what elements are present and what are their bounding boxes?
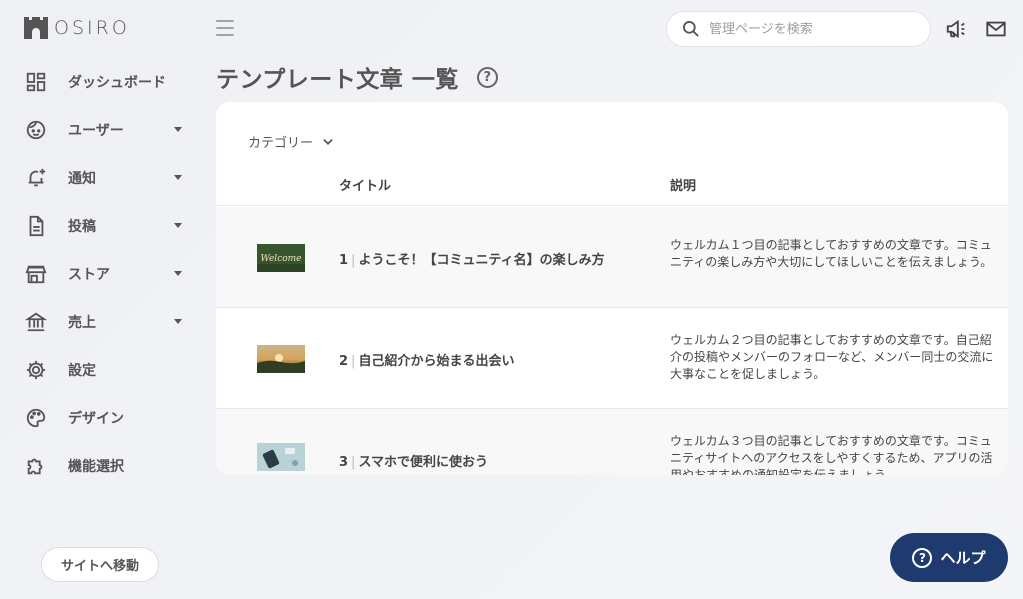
sidebar-item-dashboard[interactable]: ダッシュボード — [0, 58, 200, 106]
row-number: 1 — [339, 253, 349, 268]
search-bar — [666, 11, 931, 47]
thumbnail-image — [257, 443, 305, 471]
thumbnail-image — [257, 345, 305, 373]
sidebar-item-store[interactable]: ストア — [0, 250, 200, 298]
go-to-site-button[interactable]: サイトへ移動 — [41, 547, 159, 582]
question-icon: ? — [912, 547, 933, 568]
palette-icon — [24, 406, 48, 430]
template-list-card: カテゴリー タイトル 説明 Welcome 1 | ようこそ！【コミュニティ名】の楽… — [216, 102, 1008, 475]
caret-down-icon[interactable] — [174, 175, 182, 180]
search-input[interactable] — [709, 21, 909, 37]
caret-down-icon[interactable] — [174, 271, 182, 276]
table-row[interactable]: Welcome 1 | ようこそ！【コミュニティ名】の楽しみ方 ウェルカム１つ目の記… — [216, 207, 1008, 308]
table-row[interactable]: 3 | スマホで便利に使おう ウェルカム３つ目の記事としておすすめの文章です。コミュ… — [216, 409, 1008, 475]
gear-icon — [24, 358, 48, 382]
page-header: テンプレート文章 一覧 ? — [216, 60, 498, 94]
sidebar-item-label: ストア — [68, 267, 110, 283]
megaphone-icon[interactable] — [944, 17, 968, 41]
caret-down-icon[interactable] — [174, 223, 182, 228]
sidebar: ダッシュボード ユーザー 通知 投稿 ストア 売上 設定 デザイン 機能選択 — [0, 58, 200, 490]
row-title-text: スマホで便利に使おう — [358, 455, 489, 470]
brand-name: OSIRO — [54, 17, 130, 39]
caret-down-icon[interactable] — [174, 127, 182, 132]
row-title-text: 自己紹介から始まる出会い — [358, 354, 515, 369]
sidebar-item-design[interactable]: デザイン — [0, 394, 200, 442]
category-filter-label: カテゴリー — [248, 136, 314, 151]
row-title: 2 | 自己紹介から始まる出会い — [339, 354, 515, 369]
row-description: ウェルカム１つ目の記事としておすすめの文章です。コミュニティの楽しみ方や大切にし… — [670, 238, 993, 269]
caret-down-icon[interactable] — [174, 319, 182, 324]
row-description: ウェルカム３つ目の記事としておすすめの文章です。コミュニティサイトへのアクセスを… — [670, 434, 993, 475]
help-button-label: ヘルプ — [940, 549, 986, 567]
row-number: 2 — [339, 354, 349, 369]
row-number: 3 — [339, 455, 349, 470]
category-filter[interactable]: カテゴリー — [248, 132, 335, 151]
dashboard-icon — [24, 70, 48, 94]
user-face-icon — [24, 118, 48, 142]
puzzle-icon — [24, 454, 48, 478]
question-icon[interactable]: ? — [476, 66, 498, 88]
thumbnail-image: Welcome — [257, 244, 305, 272]
sidebar-item-label: 投稿 — [68, 219, 96, 235]
help-button[interactable]: ? ヘルプ — [890, 533, 1008, 582]
row-title-text: ようこそ！【コミュニティ名】の楽しみ方 — [358, 253, 605, 268]
chevron-down-icon — [323, 138, 333, 145]
sidebar-item-label: 機能選択 — [68, 459, 124, 475]
sidebar-item-features[interactable]: 機能選択 — [0, 442, 200, 490]
table-header: タイトル 説明 — [216, 164, 1008, 206]
document-icon — [24, 214, 48, 238]
row-title: 1 | ようこそ！【コミュニティ名】の楽しみ方 — [339, 253, 605, 268]
mail-icon[interactable] — [984, 17, 1008, 41]
sidebar-item-label: デザイン — [68, 411, 124, 427]
sidebar-item-sales[interactable]: 売上 — [0, 298, 200, 346]
store-icon — [24, 262, 48, 286]
sidebar-item-notifications[interactable]: 通知 — [0, 154, 200, 202]
sidebar-item-label: ユーザー — [68, 123, 124, 139]
table-row[interactable]: 2 | 自己紹介から始まる出会い ウェルカム２つ目の記事としておすすめの文章です。自… — [216, 308, 1008, 409]
castle-icon — [24, 17, 48, 39]
sidebar-item-posts[interactable]: 投稿 — [0, 202, 200, 250]
sidebar-item-label: ダッシュボード — [68, 75, 166, 91]
bank-icon — [24, 310, 48, 334]
sidebar-item-label: 通知 — [68, 171, 96, 187]
sidebar-item-label: 売上 — [68, 315, 96, 331]
sidebar-item-label: 設定 — [68, 363, 96, 379]
thumbnail-text: Welcome — [260, 254, 301, 264]
column-header-description: 説明 — [670, 179, 697, 194]
sidebar-item-settings[interactable]: 設定 — [0, 346, 200, 394]
page-title: テンプレート文章 一覧 — [216, 67, 459, 93]
row-title: 3 | スマホで便利に使おう — [339, 455, 489, 470]
column-header-title: タイトル — [339, 179, 392, 194]
row-description: ウェルカム２つ目の記事としておすすめの文章です。自己紹介の投稿やメンバーのフォロ… — [670, 333, 994, 381]
menu-toggle-icon[interactable] — [216, 20, 234, 36]
brand-logo[interactable]: OSIRO — [24, 17, 130, 39]
sidebar-item-users[interactable]: ユーザー — [0, 106, 200, 154]
bell-add-icon — [24, 166, 48, 190]
search-icon — [683, 21, 699, 37]
